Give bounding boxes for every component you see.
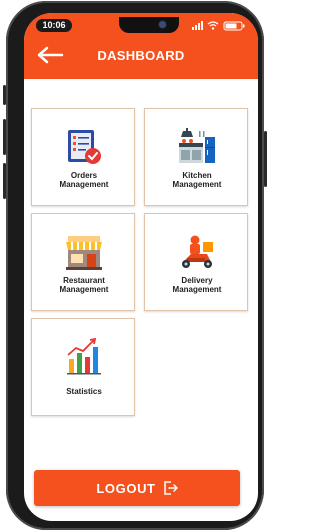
camera-notch <box>119 17 179 33</box>
orders-management-label: Orders Management <box>59 171 109 189</box>
logout-icon <box>163 481 178 495</box>
delivery-management-label: Delivery Management <box>172 276 222 294</box>
logout-button[interactable]: LOGOUT <box>34 470 240 506</box>
logout-label: LOGOUT <box>96 480 156 496</box>
kitchen-icon <box>179 128 215 163</box>
statistics-label: Statistics <box>66 387 102 396</box>
page-title: DASHBOARD <box>97 48 185 63</box>
app-screen: 10:06 DASHBOARD Orders Management Kitche… <box>24 13 258 521</box>
phone-side-button <box>3 85 6 105</box>
camera-icon <box>159 21 166 28</box>
status-bar: 10:06 <box>24 17 258 33</box>
kitchen-management-label: Kitchen Management <box>172 171 222 189</box>
phone-volume-down <box>3 163 6 199</box>
signal-icon <box>192 21 203 30</box>
restaurant-management-label: Restaurant Management <box>59 276 109 294</box>
orders-management-card[interactable]: Orders Management <box>31 108 135 206</box>
kitchen-management-card[interactable]: Kitchen Management <box>144 108 248 206</box>
wifi-icon <box>207 21 219 27</box>
phone-volume-up <box>3 119 6 155</box>
statistics-chart-icon <box>67 337 101 375</box>
delivery-scooter-icon <box>182 235 213 268</box>
status-time: 10:06 <box>36 19 72 32</box>
restaurant-management-card[interactable]: Restaurant Management <box>31 213 135 311</box>
statistics-card[interactable]: Statistics <box>31 318 135 416</box>
phone-power-button <box>264 131 267 187</box>
phone-frame: 10:06 DASHBOARD Orders Management Kitche… <box>3 1 267 530</box>
app-header: 10:06 DASHBOARD <box>24 13 258 79</box>
wifi-dot-icon <box>211 27 215 30</box>
delivery-management-card[interactable]: Delivery Management <box>144 213 248 311</box>
restaurant-storefront-icon <box>66 236 102 270</box>
orders-checklist-icon <box>68 130 101 164</box>
battery-icon <box>223 21 245 31</box>
status-icons <box>192 21 245 31</box>
